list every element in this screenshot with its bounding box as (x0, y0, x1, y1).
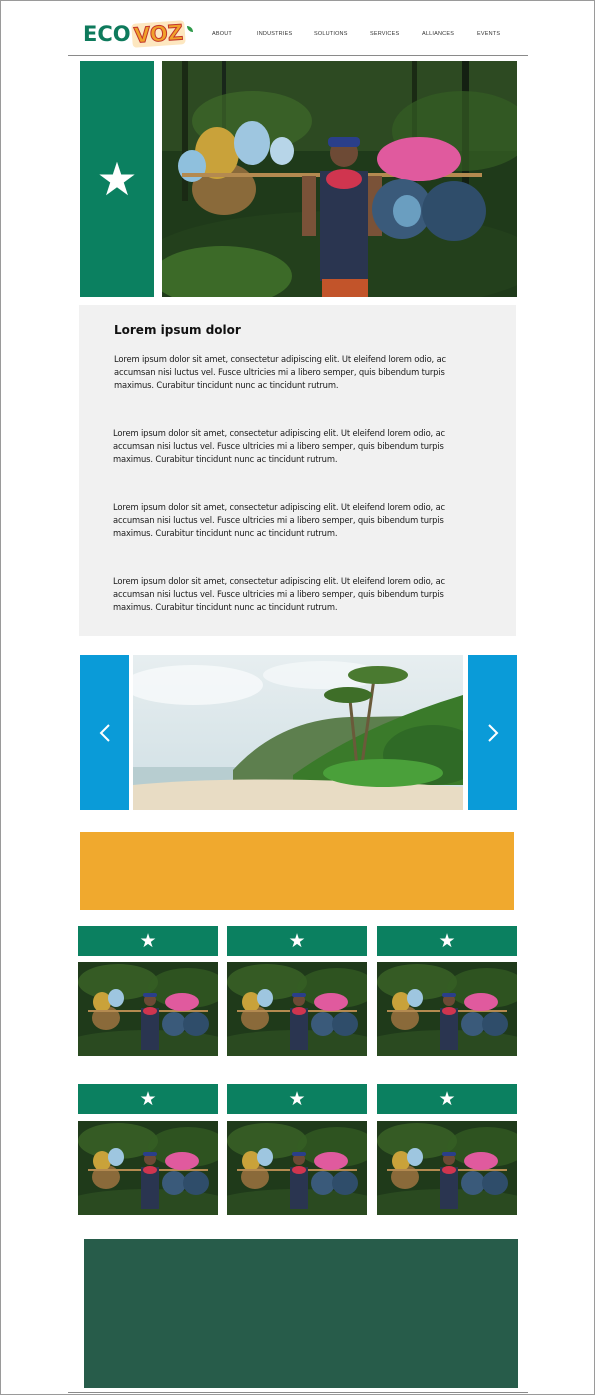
header-divider (68, 55, 528, 56)
carousel-prev-button[interactable] (80, 655, 129, 810)
card-header-4: ★ (78, 1084, 218, 1114)
chevron-left-icon (99, 723, 110, 742)
card-image-6[interactable] (377, 1121, 517, 1215)
leaf-icon (186, 26, 193, 32)
hero-image (162, 61, 517, 297)
card-header-5: ★ (227, 1084, 367, 1114)
card-image-2[interactable] (227, 962, 367, 1056)
card-image-4[interactable] (78, 1121, 218, 1215)
star-icon: ★ (96, 153, 138, 205)
nav-solutions[interactable]: SOLUTIONS (314, 31, 348, 37)
hero-side-panel: ★ (80, 61, 154, 297)
nav-alliances[interactable]: ALLIANCES (422, 31, 454, 37)
bottom-divider (68, 1392, 528, 1393)
star-icon: ★ (288, 1088, 306, 1110)
carousel-image (133, 655, 463, 810)
chevron-right-icon (487, 723, 498, 742)
nav-services[interactable]: SERVICES (370, 31, 399, 37)
star-icon: ★ (288, 930, 306, 952)
card-header-1: ★ (78, 926, 218, 956)
ecovoz-logo[interactable]: ECO VOZ (83, 20, 193, 48)
card-header-2: ★ (227, 926, 367, 956)
logo-voz-text: VOZ (130, 20, 186, 48)
card-image-3[interactable] (377, 962, 517, 1056)
content-heading: Lorem ipsum dolor (114, 323, 241, 337)
star-icon: ★ (438, 930, 456, 952)
content-paragraph-1: Lorem ipsum dolor sit amet, consectetur … (114, 354, 447, 390)
star-icon: ★ (139, 930, 157, 952)
card-header-3: ★ (377, 926, 517, 956)
card-image-5[interactable] (227, 1121, 367, 1215)
nav-about[interactable]: ABOUT (212, 31, 232, 37)
footer-block (84, 1239, 518, 1388)
card-header-6: ★ (377, 1084, 517, 1114)
nav-events[interactable]: EVENTS (477, 31, 500, 37)
logo-eco-text: ECO (83, 22, 131, 46)
content-paragraph-2: Lorem ipsum dolor sit amet, consectetur … (113, 428, 446, 464)
star-icon: ★ (438, 1088, 456, 1110)
content-panel: Lorem ipsum dolor Lorem ipsum dolor sit … (79, 305, 516, 636)
orange-banner (80, 832, 514, 910)
content-paragraph-3: Lorem ipsum dolor sit amet, consectetur … (113, 502, 446, 538)
top-nav: ABOUT INDUSTRIES SOLUTIONS SERVICES ALLI… (212, 31, 512, 41)
carousel-next-button[interactable] (468, 655, 517, 810)
nav-industries[interactable]: INDUSTRIES (257, 31, 292, 37)
card-image-1[interactable] (78, 962, 218, 1056)
star-icon: ★ (139, 1088, 157, 1110)
content-paragraph-4: Lorem ipsum dolor sit amet, consectetur … (113, 576, 446, 612)
